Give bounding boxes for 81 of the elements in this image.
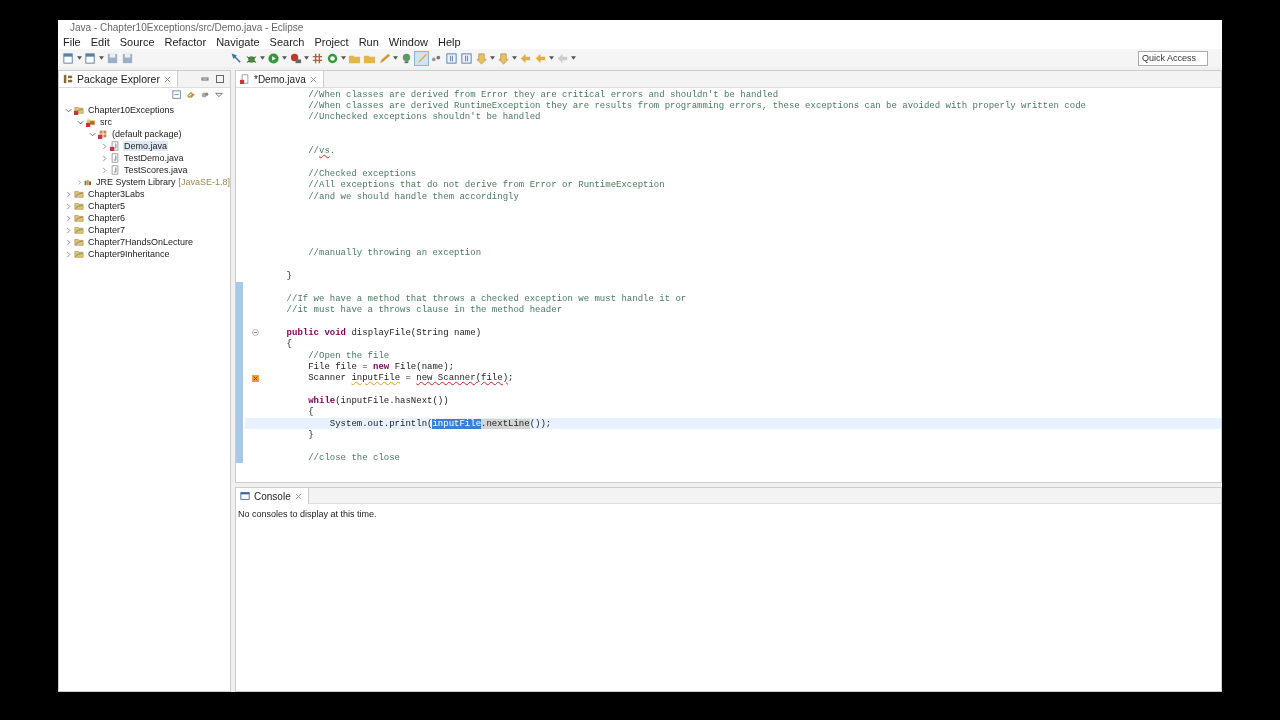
fold-icon[interactable] <box>252 329 259 337</box>
code-line: //it must have a throws clause in the method header <box>285 305 563 316</box>
code-line: { <box>307 407 314 418</box>
new-class-icon[interactable] <box>84 51 97 65</box>
tree-item[interactable]: src <box>99 117 113 127</box>
tree-item[interactable]: TestDemo.java <box>123 153 185 163</box>
tree-item[interactable]: Chapter9Inheritance <box>87 249 171 259</box>
menu-item[interactable]: Run <box>358 35 379 48</box>
code-line: //and we should handle them accordingly <box>307 191 519 202</box>
window-title: Java - Chapter10Exceptions/src/Demo.java - Eclipse <box>70 21 304 33</box>
code-line: //close the close <box>307 452 401 463</box>
brush-icon[interactable] <box>415 51 428 65</box>
code-line: } <box>285 271 292 282</box>
new-file-icon[interactable] <box>62 51 75 65</box>
quick-access-field[interactable]: Quick Access <box>1138 50 1208 66</box>
caret-icon[interactable] <box>512 56 517 60</box>
caret-icon[interactable] <box>260 56 265 60</box>
caret-icon[interactable] <box>393 56 398 60</box>
code-line: //All exceptions that do not derive from Error or RuntimeException <box>307 180 665 191</box>
minimize-icon[interactable] <box>200 74 210 84</box>
menu-item[interactable]: Window <box>388 35 428 48</box>
tree-item[interactable]: Chapter7 <box>87 225 127 235</box>
grid-icon[interactable] <box>311 51 324 65</box>
caret-icon[interactable] <box>571 56 576 60</box>
tree-item[interactable]: Chapter7HandsOnLecture <box>87 237 195 247</box>
code-line: File file = new File(name); <box>307 361 455 372</box>
package-explorer-icon <box>63 74 73 84</box>
package-explorer-tab[interactable]: Package Explorer <box>59 71 178 87</box>
code-line: public void displayFile(String name) <box>285 327 482 338</box>
menu-item[interactable]: Source <box>119 35 155 48</box>
console-icon <box>240 491 250 501</box>
code-line: //manually throwing an exception <box>307 248 482 259</box>
menu-item[interactable]: Search <box>269 35 305 48</box>
console-tab[interactable]: Console <box>236 488 309 504</box>
code-line: //vs. <box>307 146 336 157</box>
code-line: while(inputFile.hasNext()) <box>307 395 449 406</box>
lightbulb-icon[interactable] <box>400 51 413 65</box>
editor-tab[interactable]: *Demo.java <box>236 71 324 87</box>
code-line: //Unchecked exceptions shouldn't be handled <box>307 112 541 123</box>
menu-item[interactable]: Edit <box>90 35 110 48</box>
code-line: //If we have a method that throws a checked exception we must handle it or <box>285 293 687 304</box>
code-line: } <box>307 430 314 440</box>
tree-item[interactable]: Chapter10Exceptions <box>87 105 176 115</box>
caret-icon[interactable] <box>282 56 287 60</box>
menu-item[interactable]: File <box>63 35 81 48</box>
menu-item[interactable]: Navigate <box>216 35 260 48</box>
caret-icon[interactable] <box>77 56 82 60</box>
code-line: //When classes are derived RuntimeException they are results from programming errors, these exceptions can be avoided with properly written code <box>307 101 1086 111</box>
menu-item[interactable]: Project <box>314 35 349 48</box>
square-icon[interactable] <box>445 51 458 65</box>
tree-item[interactable]: Chapter5 <box>87 201 127 211</box>
code-line: System.out.println(inputFile.nextLine()); <box>328 418 552 429</box>
tree-item-decoration: [JavaSE-1.8] <box>178 177 230 187</box>
menu-item[interactable]: Refactor <box>164 35 207 48</box>
code-line: { <box>285 339 292 350</box>
collapse-all-icon[interactable] <box>172 90 182 100</box>
code-line: //When classes are derived from Error they are critical errors and shouldn't be handled <box>307 89 779 100</box>
run-icon[interactable] <box>267 51 280 65</box>
tree-item[interactable]: Chapter6 <box>87 213 127 223</box>
java-file-icon <box>240 74 250 84</box>
tree-item[interactable]: Chapter3Labs <box>87 189 146 199</box>
caret-icon[interactable] <box>99 56 104 60</box>
view-menu-icon[interactable] <box>214 90 224 100</box>
tree-item[interactable]: TestScores.java <box>123 165 189 175</box>
caret-icon[interactable] <box>341 56 346 60</box>
maximize-icon[interactable] <box>215 74 225 84</box>
save-all-icon[interactable] <box>121 51 134 65</box>
caret-icon[interactable] <box>304 56 309 60</box>
close-icon[interactable] <box>294 492 302 500</box>
code-line: //Checked exceptions <box>307 169 417 180</box>
code-line: Scanner inputFile = new Scanner(file); <box>307 373 514 384</box>
tree-item[interactable]: (default package) <box>111 129 183 139</box>
console-message: No consoles to display at this time. <box>238 509 377 519</box>
code-line: //Open the file <box>307 350 390 361</box>
caret-icon[interactable] <box>549 56 554 60</box>
tree-item[interactable]: JRE System Library <box>94 177 177 187</box>
close-icon[interactable] <box>163 75 171 83</box>
tree-item[interactable]: Demo.java <box>123 141 169 151</box>
menu-item[interactable]: Help <box>438 35 461 48</box>
caret-icon[interactable] <box>490 56 495 60</box>
close-icon[interactable] <box>309 75 317 83</box>
